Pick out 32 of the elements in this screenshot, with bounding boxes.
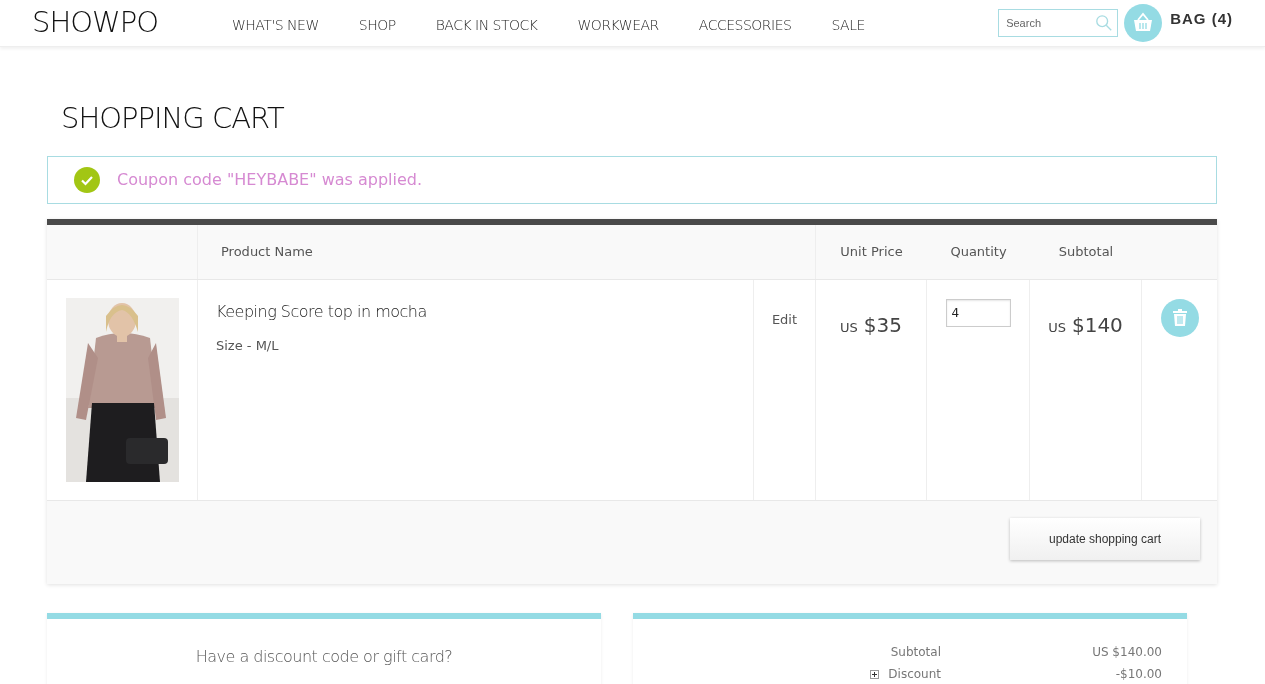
total-label: Discount <box>888 666 941 683</box>
subtotal-price: US $140 <box>1048 312 1123 336</box>
nav-link[interactable]: WHAT'S NEW <box>232 14 319 36</box>
column-header: Subtotal <box>1058 243 1114 262</box>
bag-link[interactable]: BAG (4) <box>1170 7 1233 31</box>
product-option: Size - M/L <box>216 336 753 356</box>
total-value: -$10.00 <box>1115 666 1162 683</box>
quantity-field[interactable]: 4 <box>945 299 1011 327</box>
discount-title: Have a discount code or gift card? <box>195 646 453 665</box>
search-field[interactable]: Search <box>998 9 1119 37</box>
search-icon[interactable] <box>1095 14 1114 32</box>
total-value: US $140.00 <box>1092 644 1162 661</box>
check-icon <box>74 167 100 193</box>
page-title: SHOPPING CART <box>61 100 285 137</box>
nav-link[interactable]: ACCESSORIES <box>698 14 792 36</box>
basket-icon[interactable] <box>1124 4 1163 42</box>
nav-link[interactable]: SHOP <box>358 14 396 36</box>
update-cart-button[interactable]: update shopping cart <box>1010 518 1200 560</box>
edit-link[interactable]: Edit <box>771 310 798 326</box>
unit-price: US $35 <box>840 312 902 336</box>
nav-link[interactable]: SALE <box>831 14 865 36</box>
alert-message: Coupon code "HEYBABE" was applied. <box>117 169 423 191</box>
nav-link[interactable]: WORKWEAR <box>577 14 659 36</box>
product-name[interactable]: Keeping Score top in mocha <box>216 300 753 324</box>
column-header: Unit Price <box>840 243 903 262</box>
column-header: Quantity <box>950 243 1007 262</box>
column-header: Product Name <box>221 243 313 262</box>
nav-link[interactable]: BACK IN STOCK <box>435 14 538 36</box>
logo[interactable]: SHOWPO <box>32 1 232 45</box>
expand-icon[interactable] <box>870 669 880 679</box>
total-label: Subtotal <box>890 644 941 661</box>
trash-icon[interactable] <box>1160 299 1199 337</box>
